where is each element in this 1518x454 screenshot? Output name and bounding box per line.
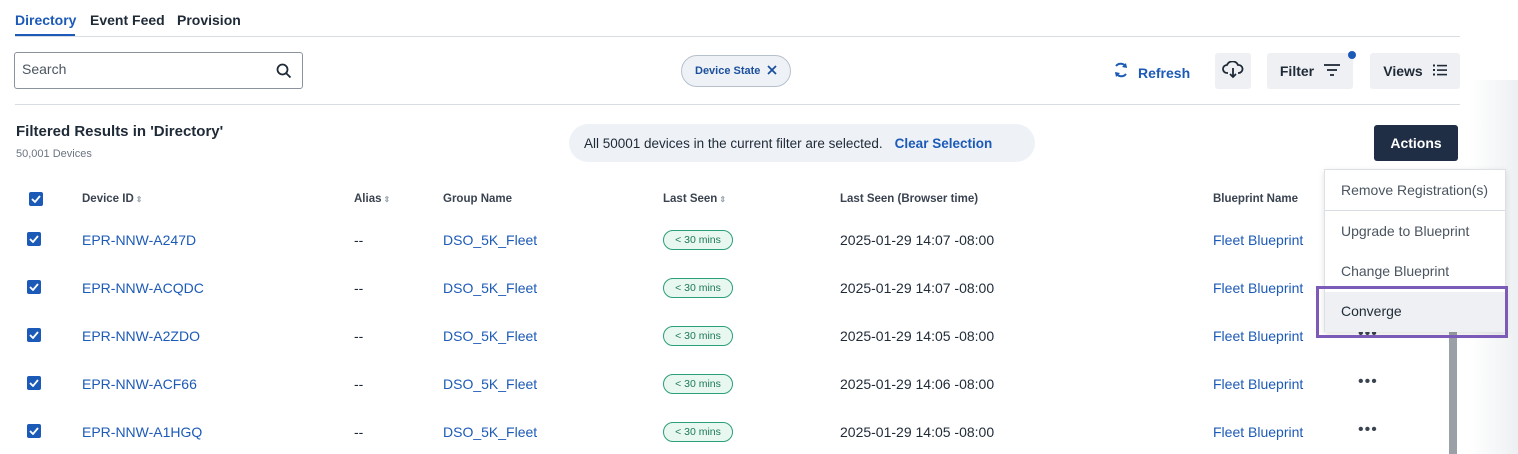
views-button[interactable]: Views bbox=[1370, 53, 1460, 89]
device-id-link[interactable]: EPR-NNW-A2ZDO bbox=[82, 328, 200, 344]
results-count: 50,001 Devices bbox=[16, 148, 92, 160]
actions-button[interactable]: Actions bbox=[1374, 125, 1458, 161]
tab-directory[interactable]: Directory bbox=[15, 12, 76, 28]
views-label: Views bbox=[1383, 63, 1423, 79]
filter-active-indicator bbox=[1348, 51, 1356, 59]
tab-event-feed[interactable]: Event Feed bbox=[90, 12, 165, 28]
scrollbar[interactable] bbox=[1449, 330, 1457, 454]
row-more-icon[interactable]: ••• bbox=[1358, 421, 1378, 439]
tab-bar: Directory Event Feed Provision bbox=[15, 0, 1460, 37]
results-title: Filtered Results in 'Directory' bbox=[16, 123, 224, 140]
checkmark-icon bbox=[29, 379, 39, 387]
menu-item-remove-registration[interactable]: Remove Registration(s) bbox=[1341, 182, 1488, 198]
close-icon[interactable] bbox=[766, 64, 778, 79]
menu-item-change-blueprint[interactable]: Change Blueprint bbox=[1341, 263, 1449, 279]
sort-icon: ⇕ bbox=[719, 195, 727, 204]
group-name-link[interactable]: DSO_5K_Fleet bbox=[443, 376, 537, 392]
device-id-link[interactable]: EPR-NNW-ACQDC bbox=[82, 280, 204, 296]
selection-message: All 50001 devices in the current filter … bbox=[584, 135, 883, 151]
row-checkbox[interactable] bbox=[27, 280, 41, 294]
sort-icon: ⇕ bbox=[135, 195, 143, 204]
filter-icon bbox=[1324, 63, 1341, 79]
list-icon bbox=[1432, 63, 1447, 79]
row-checkbox[interactable] bbox=[27, 424, 41, 438]
group-name-link[interactable]: DSO_5K_Fleet bbox=[443, 424, 537, 440]
alias-cell: -- bbox=[354, 424, 364, 440]
tab-provision[interactable]: Provision bbox=[177, 12, 241, 28]
column-header-last-seen-browser: Last Seen (Browser time) bbox=[840, 193, 979, 205]
converge-focus-outline bbox=[1316, 286, 1508, 338]
row-checkbox[interactable] bbox=[27, 328, 41, 342]
row-more-icon[interactable]: ••• bbox=[1358, 373, 1378, 391]
checkmark-icon bbox=[31, 195, 41, 203]
alias-cell: -- bbox=[354, 328, 364, 344]
column-header-last-seen[interactable]: Last Seen ⇕ bbox=[663, 193, 726, 205]
column-header-blueprint-name: Blueprint Name bbox=[1213, 193, 1298, 205]
group-name-link[interactable]: DSO_5K_Fleet bbox=[443, 280, 537, 296]
group-name-link[interactable]: DSO_5K_Fleet bbox=[443, 328, 537, 344]
search-icon[interactable] bbox=[276, 63, 292, 84]
last-seen-badge: < 30 mins bbox=[663, 278, 733, 298]
browser-time-cell: 2025-01-29 14:05 -08:00 bbox=[840, 424, 995, 440]
toolbar-divider bbox=[15, 104, 1460, 105]
search-input[interactable] bbox=[22, 61, 262, 77]
column-header-group-name: Group Name bbox=[443, 193, 513, 205]
blueprint-link[interactable]: Fleet Blueprint bbox=[1213, 424, 1303, 440]
alias-cell: -- bbox=[354, 232, 364, 248]
search-box bbox=[14, 52, 303, 89]
filter-button[interactable]: Filter bbox=[1267, 53, 1353, 89]
browser-time-cell: 2025-01-29 14:05 -08:00 bbox=[840, 328, 995, 344]
blueprint-link[interactable]: Fleet Blueprint bbox=[1213, 376, 1303, 392]
checkmark-icon bbox=[29, 427, 39, 435]
menu-divider bbox=[1325, 210, 1505, 211]
selection-banner: All 50001 devices in the current filter … bbox=[569, 124, 1035, 162]
filter-chip-label: Device State bbox=[695, 65, 761, 77]
select-all-checkbox[interactable] bbox=[29, 192, 43, 206]
sort-icon: ⇕ bbox=[383, 195, 391, 204]
download-button[interactable] bbox=[1215, 53, 1251, 89]
refresh-icon bbox=[1112, 61, 1130, 84]
last-seen-badge: < 30 mins bbox=[663, 326, 733, 346]
column-header-device-id[interactable]: Device ID ⇕ bbox=[82, 193, 142, 205]
checkmark-icon bbox=[29, 283, 39, 291]
browser-time-cell: 2025-01-29 14:07 -08:00 bbox=[840, 232, 995, 248]
alias-cell: -- bbox=[354, 376, 364, 392]
group-name-link[interactable]: DSO_5K_Fleet bbox=[443, 232, 537, 248]
blueprint-link[interactable]: Fleet Blueprint bbox=[1213, 328, 1303, 344]
browser-time-cell: 2025-01-29 14:06 -08:00 bbox=[840, 376, 995, 392]
refresh-label: Refresh bbox=[1138, 64, 1191, 81]
device-id-link[interactable]: EPR-NNW-ACF66 bbox=[82, 376, 197, 392]
device-id-link[interactable]: EPR-NNW-A247D bbox=[82, 232, 196, 248]
checkmark-icon bbox=[29, 235, 39, 243]
checkmark-icon bbox=[29, 331, 39, 339]
blueprint-link[interactable]: Fleet Blueprint bbox=[1213, 232, 1303, 248]
active-tab-indicator bbox=[15, 34, 75, 36]
row-checkbox[interactable] bbox=[27, 232, 41, 246]
device-state-filter-chip[interactable]: Device State bbox=[681, 55, 791, 87]
blueprint-link[interactable]: Fleet Blueprint bbox=[1213, 280, 1303, 296]
device-id-link[interactable]: EPR-NNW-A1HGQ bbox=[82, 424, 202, 440]
browser-time-cell: 2025-01-29 14:07 -08:00 bbox=[840, 280, 995, 296]
last-seen-badge: < 30 mins bbox=[663, 230, 733, 250]
alias-cell: -- bbox=[354, 280, 364, 296]
menu-item-upgrade-to-blueprint[interactable]: Upgrade to Blueprint bbox=[1341, 223, 1469, 239]
filter-label: Filter bbox=[1279, 63, 1315, 79]
row-checkbox[interactable] bbox=[27, 376, 41, 390]
cloud-download-icon bbox=[1222, 60, 1244, 82]
clear-selection-link[interactable]: Clear Selection bbox=[895, 136, 993, 151]
column-header-alias[interactable]: Alias ⇕ bbox=[354, 193, 390, 205]
last-seen-badge: < 30 mins bbox=[663, 374, 733, 394]
refresh-button[interactable]: Refresh bbox=[1112, 61, 1190, 84]
last-seen-badge: < 30 mins bbox=[663, 422, 733, 442]
